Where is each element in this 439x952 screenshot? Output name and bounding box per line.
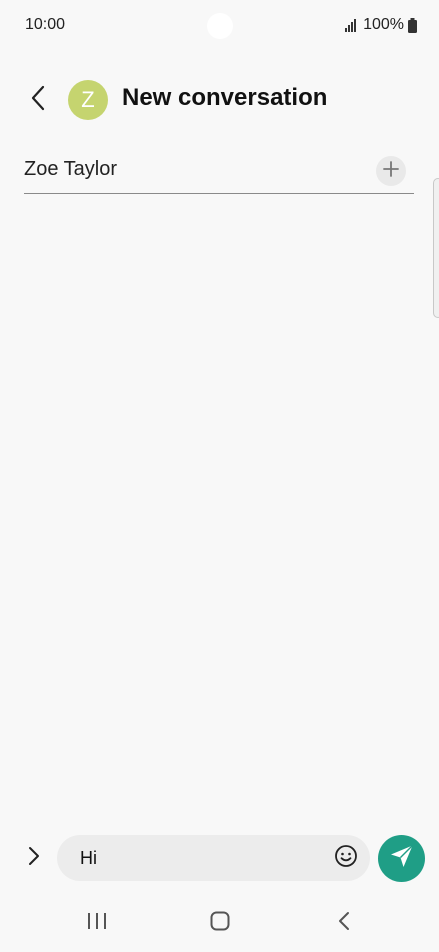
status-time: 10:00 (25, 16, 66, 33)
chevron-left-icon (28, 84, 48, 117)
smiley-icon (334, 844, 358, 873)
camera-cutout (207, 13, 233, 39)
expand-options-button[interactable] (22, 844, 46, 872)
plus-icon (382, 160, 400, 183)
battery-icon (408, 17, 417, 33)
home-button[interactable] (207, 910, 233, 932)
system-navigation-bar (0, 896, 439, 952)
page-title: New conversation (122, 84, 328, 111)
message-composer: Hi (0, 834, 439, 882)
emoji-button[interactable] (334, 844, 358, 873)
status-bar: 10:00 100% (0, 0, 439, 50)
recents-button[interactable] (84, 910, 110, 932)
home-icon (207, 911, 233, 936)
send-icon (389, 843, 415, 874)
send-button[interactable] (378, 835, 425, 882)
message-input[interactable]: Hi (80, 848, 97, 869)
recents-icon (84, 913, 110, 936)
battery-percentage: 100% (363, 16, 404, 33)
recipient-input[interactable]: Zoe Taylor (24, 158, 117, 181)
recipient-row: Zoe Taylor (24, 150, 414, 194)
conversation-header: Z New conversation (0, 70, 439, 130)
message-box[interactable]: Hi (57, 835, 370, 881)
back-icon (332, 912, 358, 936)
status-indicators: 100% (345, 16, 417, 34)
chevron-right-icon (27, 845, 41, 872)
add-recipient-button[interactable] (376, 156, 406, 186)
scroll-handle[interactable] (433, 178, 439, 318)
avatar-initial: Z (81, 87, 95, 112)
system-back-button[interactable] (332, 910, 358, 932)
avatar[interactable]: Z (68, 80, 108, 120)
back-button[interactable] (22, 84, 54, 116)
signal-icon (345, 18, 359, 32)
